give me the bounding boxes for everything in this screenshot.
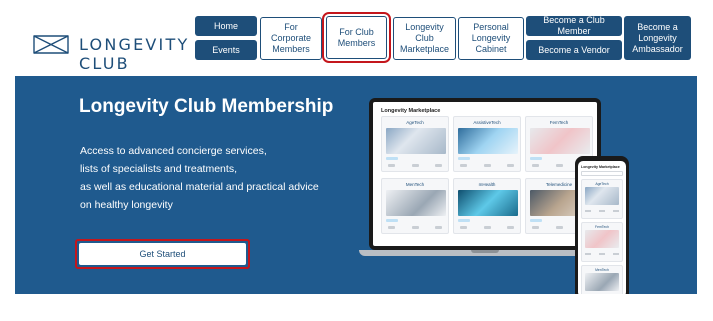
card-title: MenTech <box>405 182 425 187</box>
laptop-frame: Longevity Marketplace AgeTech AssistiveT… <box>369 98 601 250</box>
card-image <box>530 128 590 154</box>
phone-card-title: AgeTech <box>595 182 609 186</box>
phone-card: MenTech <box>581 265 623 294</box>
nav-become-member[interactable]: Become a Club Member <box>526 15 622 36</box>
card-image <box>386 128 446 154</box>
card-tag <box>458 219 470 222</box>
card-tag <box>386 219 398 222</box>
card-stats <box>460 226 514 230</box>
phone-card-image <box>585 230 619 248</box>
marketplace-card: AgeTech <box>381 116 449 172</box>
nav-home[interactable]: Home <box>195 16 257 36</box>
hero-description-line: on healthy longevity <box>80 199 173 211</box>
marketplace-card: mHealth <box>453 178 521 234</box>
marketplace-card: AssistiveTech <box>453 116 521 172</box>
nav-club-members[interactable]: For Club Members <box>322 12 391 63</box>
card-title: AgeTech <box>406 120 424 125</box>
phone-search-bar <box>581 171 623 176</box>
laptop-notch <box>471 250 499 253</box>
cta-highlight: Get Started <box>75 239 250 269</box>
hero-title: Longevity Club Membership <box>79 96 334 117</box>
hero-description-line: Access to advanced concierge services, <box>80 145 267 157</box>
bowtie-logo-icon <box>33 35 69 54</box>
phone-card: FemTech <box>581 222 623 262</box>
hero-section: Longevity Club Membership Access to adva… <box>15 76 697 294</box>
phone-mockup: Longevity Marketplace AgeTech FemTech Me… <box>575 156 629 294</box>
phone-card-title: FemTech <box>595 225 609 229</box>
nav-personal-cabinet[interactable]: Personal Longevity Cabinet <box>458 17 524 60</box>
hero-description-line: as well as educational material and prac… <box>80 181 319 193</box>
card-stats <box>460 164 514 168</box>
card-title: FemTech <box>549 120 569 125</box>
nav-become-ambassador[interactable]: Become a Longevity Ambassador <box>624 16 691 60</box>
nav-become-vendor[interactable]: Become a Vendor <box>526 40 622 60</box>
phone-card-stats <box>585 210 619 213</box>
card-image <box>458 190 518 216</box>
brand-logo[interactable]: LONGEVITY CLUB <box>15 12 190 76</box>
phone-card-stats <box>585 253 619 256</box>
card-tag <box>386 157 398 160</box>
get-started-button[interactable]: Get Started <box>79 243 246 265</box>
card-image <box>458 128 518 154</box>
phone-card: AgeTech <box>581 179 623 219</box>
phone-card-image <box>585 273 619 291</box>
card-title: mHealth <box>478 182 496 187</box>
brand-name: LONGEVITY CLUB <box>79 35 190 73</box>
laptop-mockup: Longevity Marketplace AgeTech AssistiveT… <box>359 98 611 262</box>
nav-events[interactable]: Events <box>195 40 257 60</box>
card-title: AssistiveTech <box>473 120 501 125</box>
card-image <box>386 190 446 216</box>
marketplace-title: Longevity Marketplace <box>381 108 441 114</box>
nav-marketplace[interactable]: Longevity Club Marketplace <box>393 17 456 60</box>
phone-marketplace-title: Longevity Marketplace <box>581 165 620 169</box>
card-stats <box>388 164 442 168</box>
phone-card-image <box>585 187 619 205</box>
card-tag <box>530 219 542 222</box>
phone-screen: Longevity Marketplace AgeTech FemTech Me… <box>578 161 626 294</box>
laptop-screen: Longevity Marketplace AgeTech AssistiveT… <box>373 102 597 246</box>
card-tag <box>530 157 542 160</box>
card-tag <box>458 157 470 160</box>
marketplace-card: MenTech <box>381 178 449 234</box>
hero-description-line: lists of specialists and treatments, <box>80 163 237 175</box>
nav-corporate-members[interactable]: For Corporate Members <box>260 17 322 60</box>
card-stats <box>388 226 442 230</box>
phone-card-title: MenTech <box>595 268 609 272</box>
site-header: LONGEVITY CLUB Home Events For Corporate… <box>15 12 697 76</box>
hero-description: Access to advanced concierge services, l… <box>80 142 345 214</box>
